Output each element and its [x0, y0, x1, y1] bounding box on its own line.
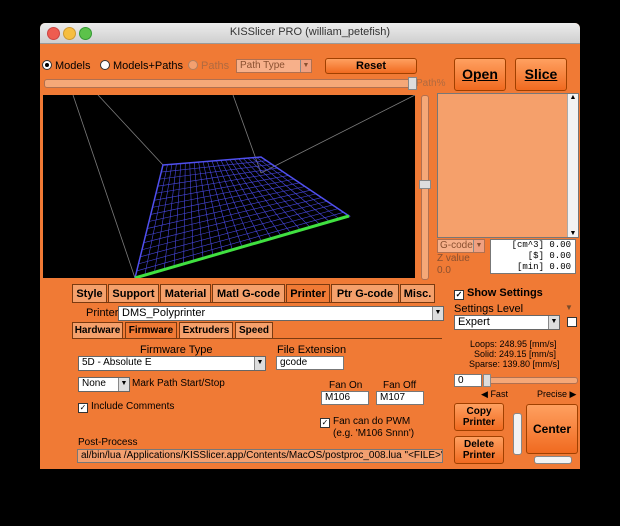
tab-ptr-gcode[interactable]: Ptr G-code	[331, 284, 399, 302]
check-icon: ✓	[454, 290, 464, 300]
bed-front-edge	[134, 214, 350, 278]
layer-slider-handle[interactable]	[419, 180, 431, 189]
tab-misc[interactable]: Misc.	[400, 284, 435, 302]
settings-level-checkbox[interactable]	[567, 317, 577, 327]
speed-slider-handle[interactable]	[483, 374, 491, 387]
fast-label: ◀ Fast	[481, 389, 508, 399]
radio-models[interactable]: Models	[42, 60, 90, 72]
slice-button[interactable]: Slice	[515, 58, 567, 91]
loops-speed: Loops: 248.95 [mm/s]	[470, 339, 557, 349]
tab-printer[interactable]: Printer	[286, 284, 330, 302]
solid-speed: Solid: 249.15 [mm/s]	[474, 349, 557, 359]
check-icon: ✓	[78, 403, 88, 413]
scroll-up-icon[interactable]: ▲	[568, 94, 578, 101]
copy-printer-button[interactable]: Copy Printer	[454, 403, 504, 431]
horizontal-scroll-thumb[interactable]	[534, 456, 572, 464]
title-bar: KISSlicer PRO (william_petefish)	[40, 23, 580, 44]
tab-material[interactable]: Material	[160, 284, 211, 302]
z-value-label: Z value	[437, 253, 470, 264]
gcode-select[interactable]: G-code ▼	[437, 239, 485, 253]
path-percent-slider[interactable]	[44, 79, 416, 88]
speed-slider[interactable]	[484, 377, 578, 384]
show-settings-checkbox[interactable]: ✓ Show Settings	[454, 287, 543, 300]
file-extension-label: File Extension	[277, 344, 347, 356]
tab-style[interactable]: Style	[72, 284, 107, 302]
subtab-speed[interactable]: Speed	[235, 322, 273, 338]
volume-stat: [cm^3] 0.00	[511, 240, 571, 250]
fan-pwm-checkbox[interactable]: ✓ Fan can do PWM	[320, 416, 410, 428]
path-percent-label: Path%	[416, 78, 446, 89]
main-window: KISSlicer PRO (william_petefish) Models …	[40, 23, 580, 469]
window-title: KISSlicer PRO (william_petefish)	[229, 26, 391, 38]
stats-box: [cm^3] 0.00 [$] 0.00 [min] 0.00	[490, 239, 576, 274]
preview-scrollbar[interactable]: ▲ ▼	[567, 94, 578, 237]
time-stat: [min] 0.00	[516, 262, 571, 272]
center-button[interactable]: Center	[526, 404, 578, 454]
build-plate-view	[72, 95, 415, 278]
mark-path-label: Mark Path Start/Stop	[132, 378, 225, 389]
firmware-type-label: Firmware Type	[140, 344, 213, 356]
sparse-speed: Sparse: 139.80 [mm/s]	[469, 359, 560, 369]
printer-label: Printer	[86, 307, 119, 319]
delete-printer-button[interactable]: Delete Printer	[454, 436, 504, 464]
vertical-scroll-thumb[interactable]	[513, 413, 522, 455]
subtab-hardware[interactable]: Hardware	[72, 322, 123, 338]
include-comments-checkbox[interactable]: ✓ Include Comments	[78, 401, 174, 413]
fan-on-input[interactable]: M106	[321, 391, 369, 405]
mark-path-select[interactable]: None ▼	[78, 377, 130, 392]
precise-label: Precise ▶	[537, 389, 577, 399]
subtab-extruders[interactable]: Extruders	[179, 322, 233, 338]
subtab-divider	[72, 338, 442, 339]
cost-stat: [$] 0.00	[527, 251, 571, 261]
3d-viewport[interactable]	[43, 95, 415, 278]
radio-paths[interactable]: Paths	[188, 60, 229, 72]
printer-select[interactable]: DMS_Polyprinter ▼	[118, 306, 444, 321]
scroll-down-icon[interactable]: ▼	[568, 230, 578, 237]
subtab-firmware[interactable]: Firmware	[125, 322, 177, 338]
right-triangle-icon: ▶	[569, 389, 577, 399]
collapse-triangle-icon[interactable]: ▼	[565, 303, 573, 312]
left-triangle-icon: ◀	[481, 389, 488, 399]
post-process-label: Post-Process	[78, 437, 138, 448]
open-button[interactable]: Open	[454, 58, 506, 91]
fan-off-label: Fan Off	[383, 380, 417, 391]
speed-value-input[interactable]: 0	[454, 374, 482, 387]
tab-support[interactable]: Support	[108, 284, 159, 302]
bed-grid	[136, 157, 344, 276]
post-process-input[interactable]: al/bin/lua /Applications/KISSlicer.app/C…	[77, 449, 443, 463]
reset-button[interactable]: Reset	[325, 58, 417, 74]
file-extension-input[interactable]: gcode	[276, 356, 344, 370]
z-value: 0.0	[437, 265, 451, 276]
fan-pwm-hint: (e.g. 'M106 Snnn')	[333, 428, 415, 439]
radio-models-paths[interactable]: Models+Paths	[100, 60, 183, 72]
firmware-type-select[interactable]: 5D - Absolute E ▼	[78, 356, 266, 371]
fan-on-label: Fan On	[329, 380, 363, 391]
check-icon: ✓	[320, 418, 330, 428]
path-type-select[interactable]: Path Type ▼	[236, 59, 312, 73]
tab-divider	[72, 302, 435, 303]
preview-panel: ▲ ▼	[437, 93, 579, 238]
tab-matl-gcode[interactable]: Matl G-code	[212, 284, 285, 302]
fan-off-input[interactable]: M107	[376, 391, 424, 405]
settings-level-label: Settings Level	[454, 303, 524, 315]
settings-level-select[interactable]: Expert ▼	[454, 315, 560, 330]
